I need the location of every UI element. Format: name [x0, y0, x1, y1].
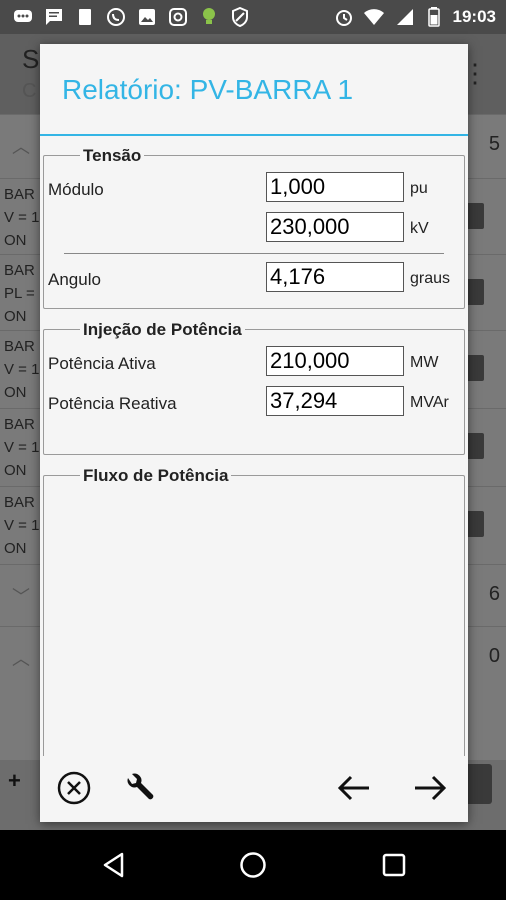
status-time: 19:03 [452, 7, 496, 26]
potencia-reativa-field[interactable]: 37,294 [266, 386, 404, 416]
settings-button[interactable] [116, 764, 164, 812]
potencia-reativa-label: Potência Reativa [48, 394, 177, 413]
angulo-unit: graus [410, 270, 451, 287]
modulo-kv-field[interactable]: 230,000 [266, 212, 404, 242]
group-count: 5 [488, 133, 500, 155]
dialog-action-bar [40, 756, 468, 822]
wifi-icon [363, 7, 385, 27]
calculator-icon[interactable] [464, 764, 492, 804]
close-button[interactable] [50, 764, 98, 812]
document-icon [74, 7, 96, 27]
injecao-legend: Injeção de Potência [80, 320, 245, 340]
status-right: 19:03 [333, 0, 496, 34]
tensao-group: Tensão Módulo 1,000 pu 230,000 kV Angulo… [43, 146, 465, 309]
fluxo-group: Fluxo de Potência [43, 466, 465, 766]
modulo-kv-unit: kV [410, 220, 429, 237]
chevron-down-icon: ﹀ [12, 587, 30, 607]
arrow-right-icon [415, 775, 447, 801]
potencia-ativa-unit: MW [410, 354, 439, 371]
instagram-icon [167, 7, 189, 27]
background-title: S [22, 44, 40, 74]
lightbulb-icon [198, 7, 220, 27]
navigation-bar [0, 830, 506, 900]
report-dialog: Relatório: PV-BARRA 1 Tensão Módulo 1,00… [40, 44, 468, 822]
image-icon [136, 7, 158, 27]
messenger-icon [12, 7, 34, 27]
message-icon [43, 7, 65, 27]
angulo-label: Angulo [48, 270, 101, 289]
angulo-field[interactable]: 4,176 [266, 262, 404, 292]
tensao-legend: Tensão [80, 146, 145, 166]
background-subtitle: C [22, 80, 37, 102]
modulo-pu-field[interactable]: 1,000 [266, 172, 404, 202]
tensao-separator [64, 253, 444, 254]
dialog-title: Relatório: PV-BARRA 1 [62, 74, 354, 105]
modulo-label: Módulo [48, 180, 104, 199]
modulo-pu-unit: pu [410, 180, 428, 197]
status-bar: 19:03 [0, 0, 506, 34]
back-button[interactable] [94, 845, 134, 885]
injecao-group: Injeção de Potência Potência Ativa 210,0… [43, 320, 465, 455]
home-button[interactable] [233, 845, 273, 885]
back-triangle-icon [103, 852, 124, 878]
recents-square-icon [382, 853, 406, 877]
recents-button[interactable] [374, 845, 414, 885]
arrow-left-icon [337, 775, 369, 801]
chevron-up-icon: ︿ [12, 137, 30, 157]
notification-icons [12, 7, 251, 27]
potencia-ativa-field[interactable]: 210,000 [266, 346, 404, 376]
group-count: 0 [488, 645, 500, 667]
chevron-up-icon: ︿ [12, 649, 30, 669]
potencia-reativa-unit: MVAr [410, 394, 449, 411]
wrench-icon [127, 773, 154, 800]
group-count: 6 [488, 583, 500, 605]
home-circle-icon [240, 852, 266, 878]
add-element-icon[interactable]: + [8, 768, 21, 794]
shield-icon [229, 7, 251, 27]
next-button[interactable] [406, 764, 454, 812]
title-divider [40, 134, 468, 136]
battery-icon [423, 7, 445, 27]
fluxo-legend: Fluxo de Potência [80, 466, 232, 486]
close-circle-icon [57, 771, 91, 805]
alarm-icon [333, 7, 355, 27]
whatsapp-icon [105, 7, 127, 27]
signal-icon [393, 7, 415, 27]
previous-button[interactable] [330, 764, 378, 812]
potencia-ativa-label: Potência Ativa [48, 354, 156, 373]
